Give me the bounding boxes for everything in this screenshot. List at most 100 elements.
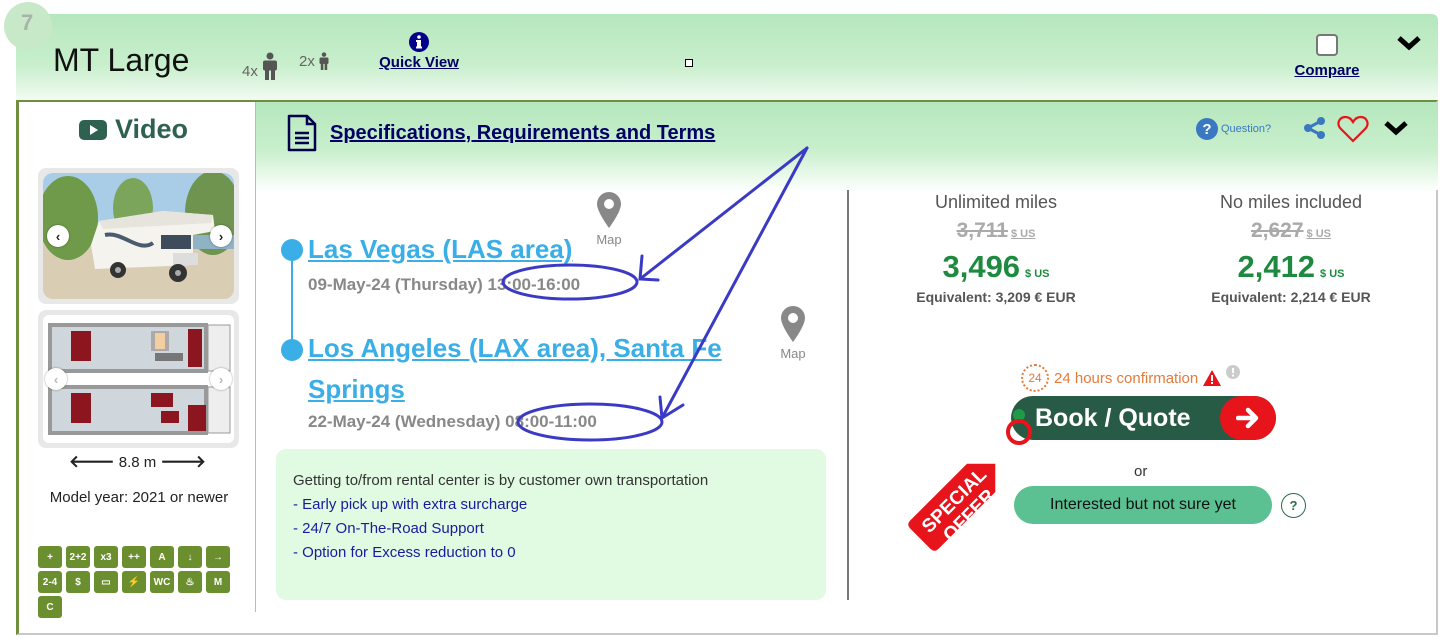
model-year: Model year: 2021 or newer <box>49 489 229 506</box>
floorplan-next-button[interactable]: › <box>210 368 232 390</box>
dropoff-datetime: 22-May-24 (Wednesday) 08:00-11:00 <box>308 412 597 432</box>
vehicle-title: MT Large <box>53 42 190 78</box>
video-button[interactable]: Video <box>79 114 188 145</box>
compare-checkbox[interactable] <box>1316 34 1338 56</box>
rv-photo-image <box>43 173 234 299</box>
price-value: 2,412 <box>1237 249 1316 284</box>
price-heading: Unlimited miles <box>934 192 1058 212</box>
map-pin-icon <box>781 306 805 342</box>
help-question-button[interactable]: ? <box>1281 493 1306 518</box>
rv-photo[interactable]: ‹ › <box>43 173 234 299</box>
specifications-label[interactable]: Specifications, Requirements and Terms <box>330 122 715 145</box>
rank-number: 7 <box>21 10 34 35</box>
shower-icon[interactable]: ♨ <box>178 571 202 593</box>
adults-count: 4x <box>242 63 258 80</box>
arrow-left-icon: 🡐 <box>68 452 115 471</box>
c-class-icon[interactable]: C <box>38 596 62 618</box>
child-person-icon <box>319 52 329 70</box>
favorite-heart-icon[interactable] <box>1337 115 1369 143</box>
collapse-chevron-icon[interactable] <box>1396 34 1422 52</box>
feature-icons: +2+2 x3 ++ A ↓ → 2-4 $ ▭ ⚡ WC ♨ M C <box>38 546 238 618</box>
confirmation-notice: 24 24 hours confirmation <box>1021 364 1241 392</box>
floorplan-gallery: ‹ › <box>38 310 239 448</box>
info-exclamation-icon[interactable] <box>1226 365 1241 379</box>
expand-chevron-icon[interactable] <box>1383 119 1409 137</box>
pickup-map-label: Map <box>596 232 622 247</box>
info-box: Getting to/from rental center is by cust… <box>276 449 826 600</box>
compare-control[interactable]: Compare <box>1289 34 1365 80</box>
quick-view-button[interactable]: Quick View <box>373 32 465 72</box>
pickup-map-button[interactable]: Map <box>596 192 622 247</box>
document-icon <box>287 114 317 152</box>
dropoff-time: 08:00-11:00 <box>505 412 597 431</box>
electricity-icon[interactable]: ⚡ <box>122 571 146 593</box>
photo-prev-button[interactable]: ‹ <box>47 225 69 247</box>
currency-label: $ US <box>1025 268 1050 280</box>
floorplan-drawing <box>48 323 231 435</box>
2+2-icon[interactable]: 2+2 <box>66 546 90 568</box>
eur-equivalent: Equivalent: 2,214 € EUR <box>1211 289 1371 305</box>
dropoff-map-button[interactable]: Map <box>780 306 806 361</box>
old-price-value: 2,627 <box>1250 219 1304 242</box>
tv-icon[interactable]: ▭ <box>94 571 118 593</box>
length-value: 8.8 m <box>118 454 157 471</box>
children-count: 2x <box>299 53 315 70</box>
price-value: 3,496 <box>942 249 1021 284</box>
special-offer-tag: SPECIAL OFFER <box>908 419 1032 551</box>
old-price-value: 3,711 <box>956 219 1008 242</box>
timeline-line <box>291 242 293 347</box>
spec-bar: Specifications, Requirements and Terms ?… <box>256 102 1438 190</box>
question-button[interactable]: ? Question? <box>1196 118 1271 140</box>
info-icon <box>409 32 429 52</box>
currency-label: $ US <box>1320 268 1345 280</box>
automatic-icon[interactable]: A <box>150 546 174 568</box>
old-price: 2,627 $ US <box>1181 219 1401 243</box>
confirmation-text: 24 hours confirmation <box>1054 369 1199 387</box>
arrow-right-icon <box>1220 396 1276 440</box>
warning-triangle-icon <box>1203 370 1222 386</box>
question-circle-icon: ? <box>1196 118 1218 140</box>
wc-icon[interactable]: WC <box>150 571 174 593</box>
dropoff-date: 22-May-24 (Wednesday) <box>308 412 501 431</box>
arrow-right-icon: 🡒 <box>160 452 207 471</box>
current-price: 2,412 $ US <box>1181 249 1401 285</box>
pickup-time: 13:00-16:00 <box>487 275 581 294</box>
share-icon[interactable] <box>1303 116 1327 140</box>
info-bullet: - 24/7 On-The-Road Support <box>293 520 484 537</box>
old-price: 3,711 $ US <box>886 219 1106 243</box>
price-option-no-miles[interactable]: No miles included 2,627 $ US 2,412 $ US Eq… <box>1181 192 1401 305</box>
child-seat-icon[interactable]: + <box>38 546 62 568</box>
x3-icon[interactable]: x3 <box>94 546 118 568</box>
video-play-icon <box>79 119 107 140</box>
dropoff-dot <box>281 339 303 361</box>
2-4-beds-icon[interactable]: 2-4 <box>38 571 62 593</box>
currency-label: $ US <box>1306 228 1332 240</box>
eur-equivalent: Equivalent: 3,209 € EUR <box>916 289 1076 305</box>
floorplan-image[interactable]: ‹ › <box>43 315 234 443</box>
specifications-link[interactable]: Specifications, Requirements and Terms <box>286 114 715 152</box>
svg-text:?: ? <box>1202 121 1211 138</box>
small-square-marker <box>685 59 693 67</box>
video-label: Video <box>115 114 189 144</box>
or-separator: or <box>1134 463 1148 480</box>
book-quote-label: Book / Quote <box>1035 403 1191 432</box>
price-heading: No miles included <box>1219 192 1363 212</box>
money-icon[interactable]: $ <box>66 571 90 593</box>
quick-view-label[interactable]: Quick View <box>379 54 459 71</box>
microwave-icon[interactable]: M <box>206 571 230 593</box>
card-body: Video ‹ › ‹ › 🡐 8.8 m 🡒 Model year: 2021… <box>16 100 1438 635</box>
vehicle-length: 🡐 8.8 m 🡒 <box>19 452 256 472</box>
dropoff-location-link[interactable]: Los Angeles (LAX area), Santa Fe Springs <box>308 328 778 410</box>
awning-icon[interactable]: ↓ <box>178 546 202 568</box>
compare-label[interactable]: Compare <box>1294 62 1359 79</box>
family-plus-icon[interactable]: ++ <box>122 546 146 568</box>
media-column: Video ‹ › ‹ › 🡐 8.8 m 🡒 Model year: 2021… <box>19 102 256 618</box>
price-option-unlimited[interactable]: Unlimited miles 3,711 $ US 3,496 $ US Equi… <box>886 192 1106 305</box>
children-capacity: 2x <box>299 52 330 70</box>
info-bullet: - Option for Excess reduction to 0 <box>293 544 516 561</box>
floorplan-prev-button[interactable]: ‹ <box>45 368 67 390</box>
pickup-location-link[interactable]: Las Vegas (LAS area) <box>308 229 572 270</box>
photo-next-button[interactable]: › <box>210 225 232 247</box>
slide-out-icon[interactable]: → <box>206 546 230 568</box>
adults-capacity: 4x <box>242 52 279 80</box>
